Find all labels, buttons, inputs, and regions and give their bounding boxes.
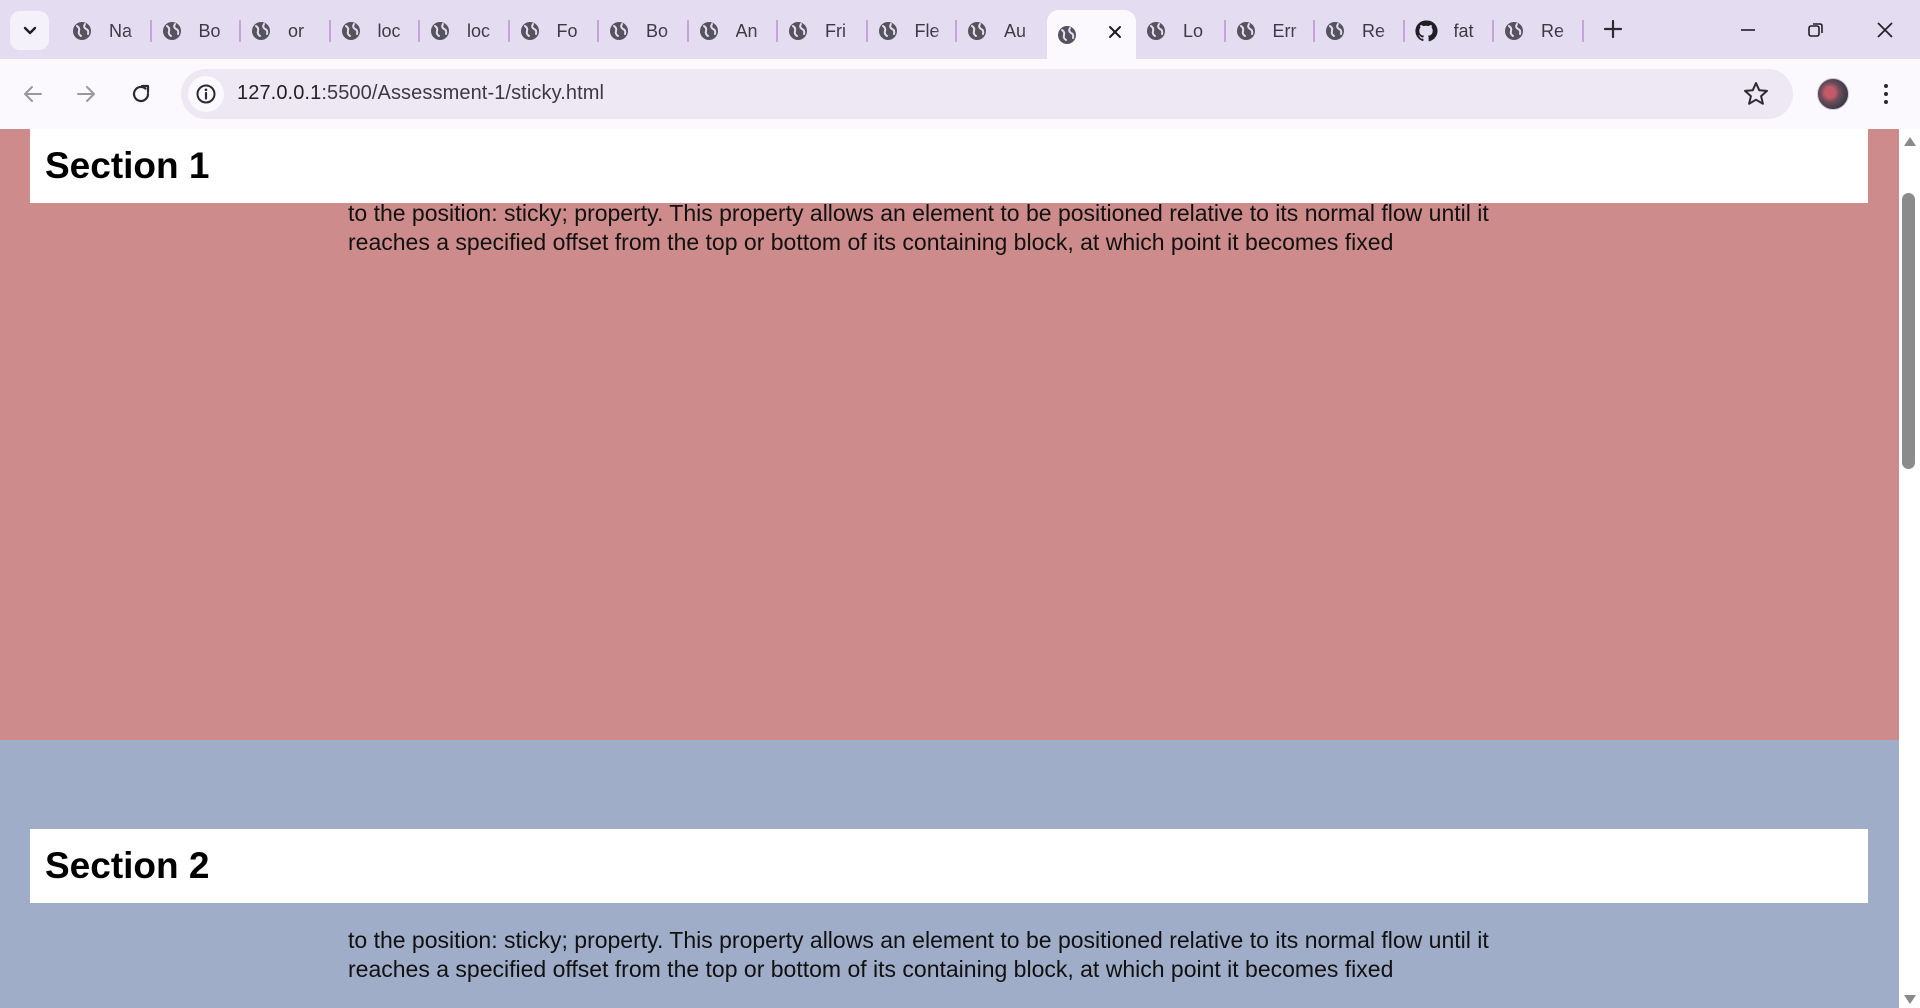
- globe-icon: [71, 20, 93, 42]
- tab-label: An: [735, 20, 758, 41]
- reload-icon: [132, 84, 150, 103]
- tab-label: Na: [109, 20, 133, 41]
- globe-icon: [608, 20, 630, 42]
- tab-label: Re: [1362, 20, 1386, 41]
- tab[interactable]: Na: [62, 10, 152, 52]
- section-1-sticky-header: Section 1: [30, 129, 1868, 203]
- tab[interactable]: loc: [420, 10, 510, 52]
- site-info-button[interactable]: [188, 76, 224, 112]
- tab-active[interactable]: [1046, 10, 1136, 59]
- tab-label: or: [288, 20, 305, 41]
- restore-icon: [1808, 22, 1823, 37]
- tab[interactable]: Fle: [868, 10, 958, 52]
- globe-icon: [1324, 20, 1346, 42]
- tab-list: Na Bo or loc loc Fo Bo An Fri Fle Au Lo Err Re fat Re: [62, 10, 1584, 59]
- new-tab-button[interactable]: [1598, 12, 1628, 48]
- tab-label: loc: [377, 20, 401, 41]
- section-1-heading: Section 1: [45, 145, 210, 186]
- globe-icon: [698, 20, 720, 42]
- section-2: Section 2 to the position: sticky; prope…: [0, 740, 1899, 1008]
- star-icon: [1744, 82, 1768, 105]
- tab-label: Err: [1272, 20, 1297, 41]
- tab-label: Fo: [556, 20, 578, 41]
- tab-label: Au: [1004, 20, 1027, 41]
- menu-dot: [1884, 100, 1888, 104]
- url-host: 127.0.0.1: [237, 82, 322, 104]
- tab-label: Bo: [646, 20, 669, 41]
- globe-icon: [161, 20, 183, 42]
- profile-avatar[interactable]: [1817, 78, 1849, 110]
- tab-label: Re: [1541, 20, 1565, 41]
- globe-icon: [1056, 24, 1078, 46]
- section-1: to the position: sticky; property. This …: [0, 129, 1899, 740]
- section-1-text: to the position: sticky; property. This …: [348, 200, 1489, 255]
- tab-close-icon[interactable]: [1108, 22, 1122, 45]
- forward-button[interactable]: [66, 74, 106, 114]
- github-icon: [1414, 19, 1438, 43]
- tab-label: loc: [467, 20, 491, 41]
- chevron-down-icon: [23, 26, 36, 34]
- tab[interactable]: An: [689, 10, 779, 52]
- forward-arrow-icon: [77, 86, 95, 102]
- globe-icon: [787, 20, 809, 42]
- menu-dot: [1884, 92, 1888, 96]
- address-bar[interactable]: 127.0.0.1:5500/Assessment-1/sticky.html: [181, 69, 1793, 119]
- url-path: :5500/Assessment-1/sticky.html: [321, 82, 605, 104]
- scrollbar-thumb[interactable]: [1902, 193, 1915, 469]
- restore-button[interactable]: [1782, 0, 1850, 59]
- close-window-button[interactable]: [1851, 0, 1919, 59]
- minimize-icon: [1741, 28, 1755, 31]
- tab-label: Fle: [914, 20, 940, 41]
- page-scrollbar[interactable]: [1899, 129, 1920, 1008]
- back-button[interactable]: [13, 74, 53, 114]
- tab[interactable]: Re: [1494, 10, 1584, 52]
- info-icon: [196, 84, 216, 104]
- tab[interactable]: Bo: [152, 10, 242, 52]
- plus-icon: [1603, 19, 1623, 39]
- section-2-sticky-header: Section 2: [30, 829, 1868, 903]
- globe-icon: [429, 20, 451, 42]
- tab-search-button[interactable]: [10, 11, 49, 50]
- reload-button[interactable]: [121, 74, 161, 114]
- browser-toolbar: 127.0.0.1:5500/Assessment-1/sticky.html: [0, 59, 1920, 129]
- tab-label: fat: [1453, 20, 1474, 41]
- globe-icon: [519, 20, 541, 42]
- back-arrow-icon: [24, 86, 42, 102]
- menu-dot: [1884, 84, 1888, 88]
- tab[interactable]: Re: [1315, 10, 1405, 52]
- globe-icon: [1145, 20, 1167, 42]
- tab[interactable]: Err: [1226, 10, 1316, 52]
- globe-icon: [340, 20, 362, 42]
- tab[interactable]: Fri: [778, 10, 868, 52]
- tab[interactable]: loc: [331, 10, 421, 52]
- page-viewport: to the position: sticky; property. This …: [0, 129, 1899, 1008]
- section-2-text: to the position: sticky; property. This …: [348, 927, 1489, 982]
- tab[interactable]: Au: [957, 10, 1047, 52]
- scroll-down-arrow-icon[interactable]: [1904, 995, 1916, 1004]
- url-text[interactable]: 127.0.0.1:5500/Assessment-1/sticky.html: [237, 82, 604, 105]
- tab[interactable]: Bo: [599, 10, 689, 52]
- minimize-button[interactable]: [1714, 0, 1782, 59]
- tab[interactable]: fat: [1405, 10, 1495, 52]
- tab[interactable]: Fo: [510, 10, 600, 52]
- bookmark-star-button[interactable]: [1741, 79, 1771, 114]
- scroll-up-arrow-icon[interactable]: [1904, 137, 1916, 146]
- globe-icon: [250, 20, 272, 42]
- globe-icon: [877, 20, 899, 42]
- tab-label: Lo: [1183, 20, 1204, 41]
- browser-menu-button[interactable]: [1870, 77, 1902, 111]
- globe-icon: [1503, 20, 1525, 42]
- tab-label: Bo: [198, 20, 221, 41]
- close-icon: [1877, 21, 1893, 38]
- tab-label: Fri: [825, 20, 846, 41]
- section-2-heading: Section 2: [45, 845, 210, 886]
- tab-strip: Na Bo or loc loc Fo Bo An Fri Fle Au Lo Err Re fat Re: [0, 0, 1920, 59]
- tab[interactable]: Lo: [1136, 10, 1226, 52]
- tab[interactable]: or: [241, 10, 331, 52]
- globe-icon: [1235, 20, 1257, 42]
- globe-icon: [966, 20, 988, 42]
